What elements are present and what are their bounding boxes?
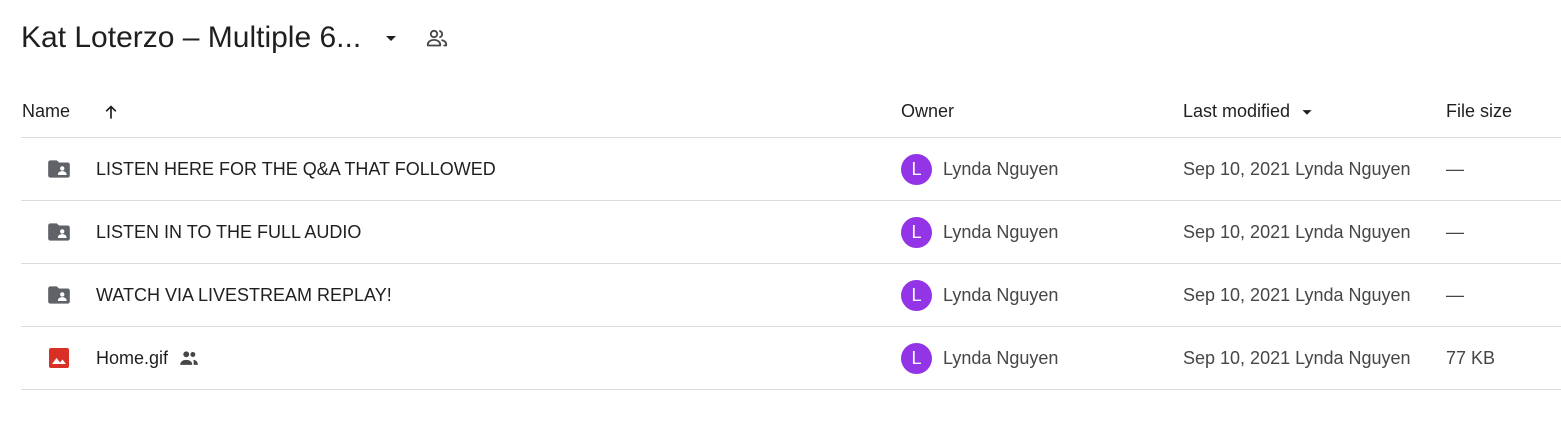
column-header-file-size[interactable]: File size [1446, 86, 1512, 137]
column-header-name[interactable]: Name [22, 86, 70, 137]
owner-cell: L Lynda Nguyen [901, 327, 1058, 389]
arrow-drop-down-icon[interactable] [375, 22, 407, 54]
shared-folder-icon [45, 201, 73, 263]
people-icon[interactable] [421, 22, 453, 54]
image-file-icon [45, 327, 73, 389]
last-modified: Sep 10, 2021 Lynda Nguyen [1183, 158, 1411, 179]
folder-title-bar: Kat Loterzo – Multiple 6... [21, 14, 453, 62]
file-name[interactable]: Home.gif [96, 348, 168, 369]
file-row[interactable]: LISTEN HERE FOR THE Q&A THAT FOLLOWED L … [21, 138, 1561, 201]
owner-name: Lynda Nguyen [943, 221, 1059, 242]
file-list: LISTEN HERE FOR THE Q&A THAT FOLLOWED L … [21, 138, 1561, 390]
file-name[interactable]: LISTEN HERE FOR THE Q&A THAT FOLLOWED [96, 138, 496, 200]
avatar[interactable]: L [901, 342, 932, 374]
folder-title[interactable]: Kat Loterzo – Multiple 6... [21, 21, 361, 55]
last-modified: Sep 10, 2021 Lynda Nguyen [1183, 284, 1411, 305]
file-row[interactable]: Home.gif L Lynda Nguyen Sep 10, 2021 Lyn… [21, 327, 1561, 390]
file-size: — [1446, 221, 1464, 242]
owner-cell: L Lynda Nguyen [901, 201, 1058, 263]
last-modified: Sep 10, 2021 Lynda Nguyen [1183, 221, 1411, 242]
avatar[interactable]: L [901, 153, 932, 185]
owner-name: Lynda Nguyen [943, 347, 1059, 368]
file-size: — [1446, 158, 1464, 179]
avatar[interactable]: L [901, 216, 932, 248]
shared-folder-icon [45, 138, 73, 200]
last-modified: Sep 10, 2021 Lynda Nguyen [1183, 347, 1411, 368]
file-row[interactable]: LISTEN IN TO THE FULL AUDIO L Lynda Nguy… [21, 201, 1561, 264]
file-row[interactable]: WATCH VIA LIVESTREAM REPLAY! L Lynda Ngu… [21, 264, 1561, 327]
owner-cell: L Lynda Nguyen [901, 138, 1058, 200]
file-size: 77 KB [1446, 347, 1496, 368]
shared-folder-icon [45, 264, 73, 326]
column-header-row: Name Owner Last modified File size [21, 86, 1561, 138]
column-header-last-modified-label: Last modified [1183, 101, 1291, 121]
owner-cell: L Lynda Nguyen [901, 264, 1058, 326]
file-name[interactable]: WATCH VIA LIVESTREAM REPLAY! [96, 264, 392, 326]
file-name-cell: Home.gif [96, 327, 200, 389]
arrow-drop-down-icon [1296, 101, 1318, 123]
owner-name: Lynda Nguyen [943, 284, 1059, 305]
column-header-last-modified[interactable]: Last modified [1183, 86, 1318, 137]
people-icon [178, 347, 200, 369]
file-size: — [1446, 284, 1464, 305]
file-name[interactable]: LISTEN IN TO THE FULL AUDIO [96, 201, 361, 263]
arrow-up-icon[interactable] [99, 86, 123, 137]
avatar[interactable]: L [901, 279, 932, 311]
owner-name: Lynda Nguyen [943, 158, 1059, 179]
column-header-owner[interactable]: Owner [901, 86, 954, 137]
